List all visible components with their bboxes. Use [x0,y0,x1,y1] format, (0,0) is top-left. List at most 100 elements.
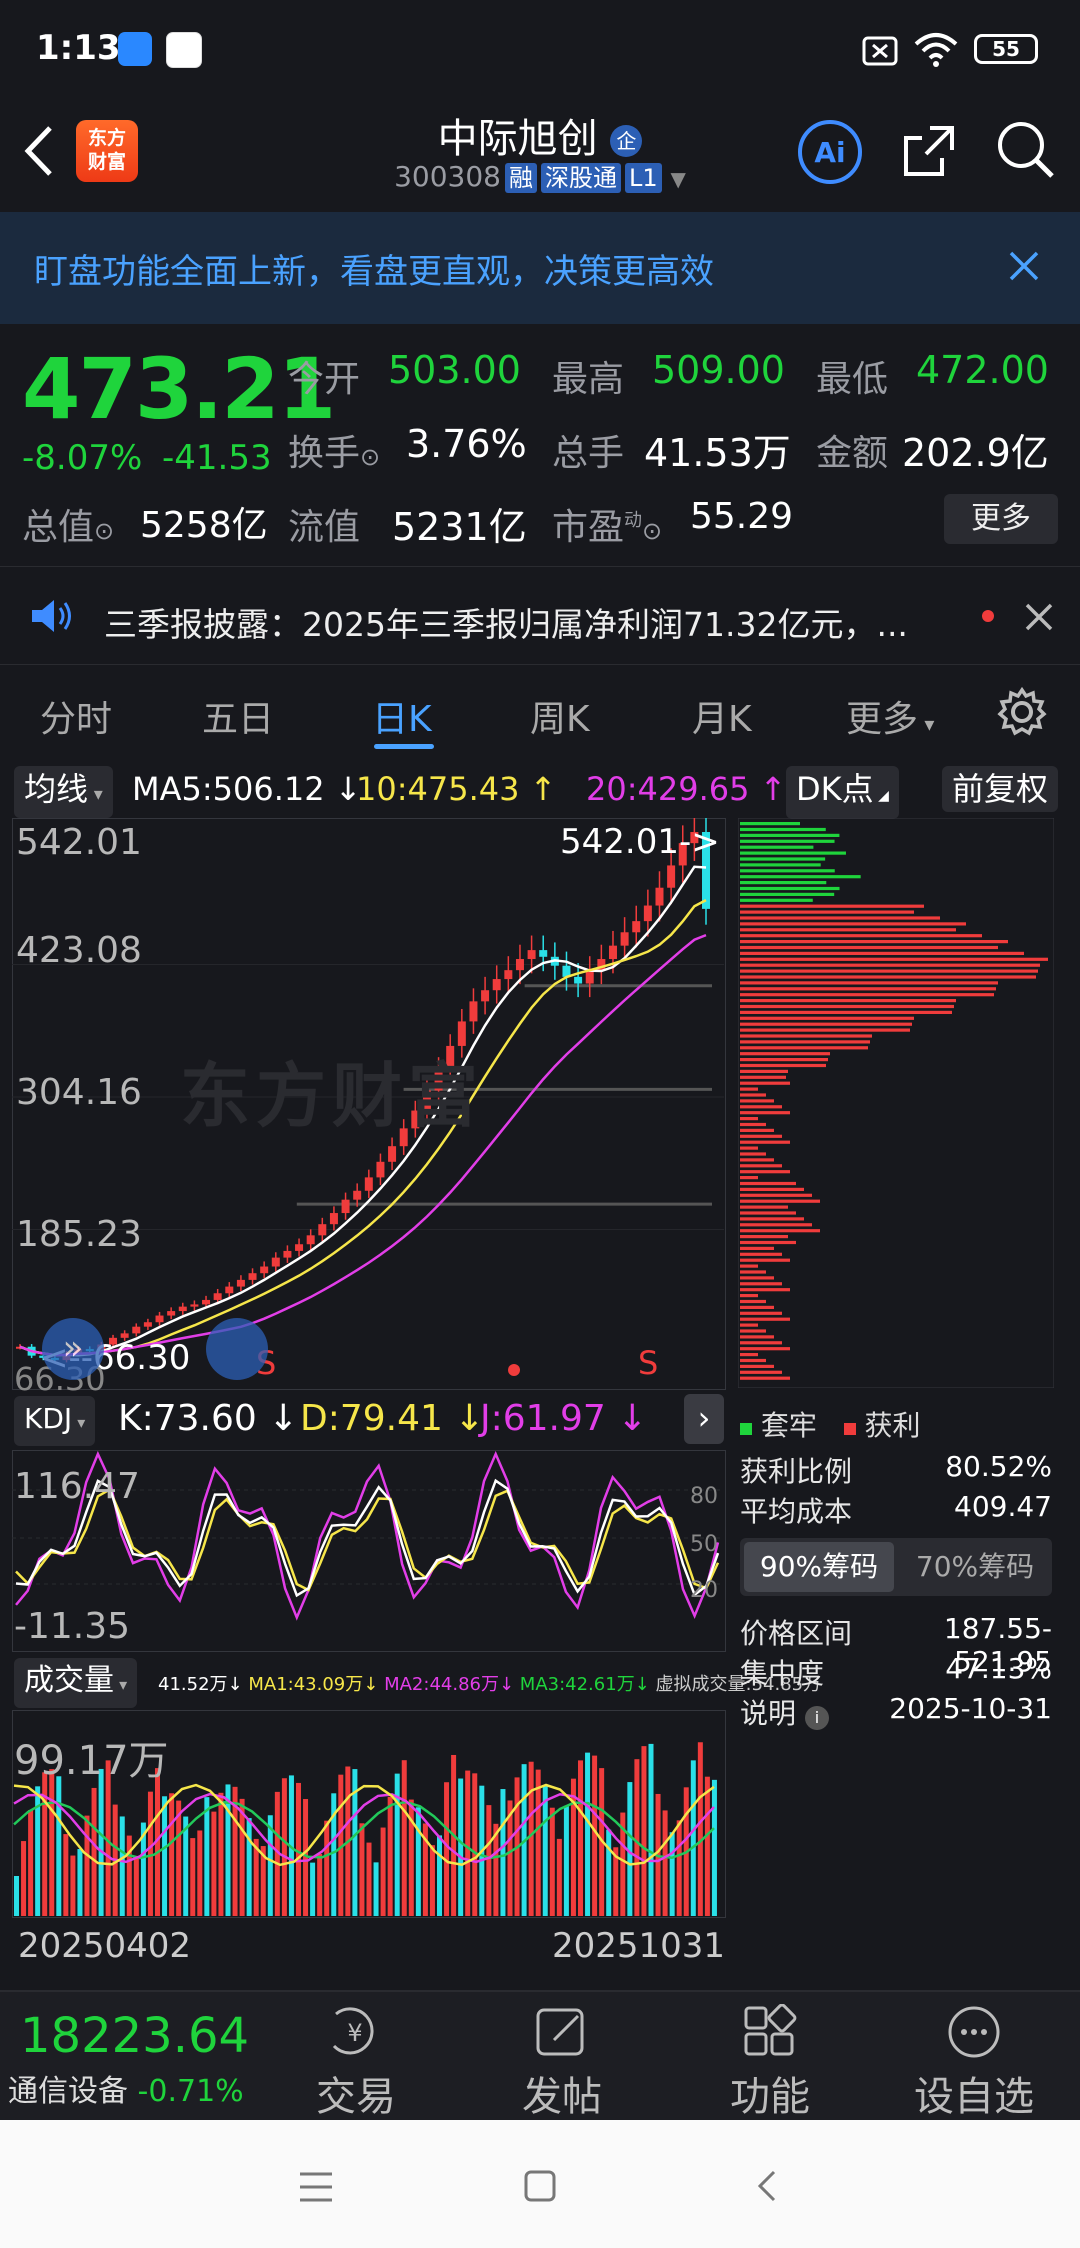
volume-bar [70,1855,76,1916]
chip-bar [740,1364,774,1368]
sim-off-icon [862,36,898,66]
trade-icon[interactable]: ¥ [324,2004,386,2060]
high-label: 最高 [552,359,625,400]
candle-body [167,1311,176,1316]
nav-add-watchlist[interactable]: 设自选 [904,2064,1044,2122]
chip-bar [740,1288,790,1292]
event-dot [508,1364,520,1376]
nav-post[interactable]: 发帖 [492,2064,632,2122]
volume-selector[interactable]: 成交量 ▾ [14,1658,138,1708]
volume-bar [190,1838,196,1916]
svg-text:¥: ¥ [347,2019,362,2047]
chip-bar [740,1323,758,1327]
more-dots-icon[interactable] [946,2004,1002,2060]
concentration-label: 集中度 [740,1657,825,1690]
tab-daily-k[interactable]: 日K [372,690,432,742]
post-icon[interactable] [534,2004,590,2060]
chip-bar [740,869,835,873]
status-bar: 1:13 55 [0,0,1080,100]
low-value: 472.00 [916,348,1049,392]
nav-trade[interactable]: 交易 [286,2064,426,2122]
share-icon[interactable] [900,120,960,182]
high-value: 509.00 [652,348,785,392]
kdj-selector[interactable]: KDJ ▾ [14,1396,96,1446]
index-value[interactable]: 18223.64 [20,2008,249,2064]
search-icon[interactable] [994,118,1058,182]
svg-text:Ai: Ai [814,136,845,169]
wifi-icon [914,33,958,67]
volume-value: 41.53万 [644,431,791,475]
note-date: 2025-10-31 [889,1692,1052,1725]
tab-70-percent[interactable]: 70%筹码 [900,1542,1050,1592]
watermark-logo: 东方财富 [180,1055,484,1137]
nav-function[interactable]: 功能 [700,2064,840,2122]
feature-banner[interactable]: 盯盘功能全面上新，看盘更直观，决策更高效 [0,212,1080,324]
low-label: 最低 [816,359,889,400]
candle-body [225,1286,234,1294]
tab-intraday[interactable]: 分时 [40,690,112,742]
chip-bar [740,1099,774,1103]
candle-body [574,976,583,984]
volume-bar [211,1811,217,1916]
function-icon[interactable] [742,2004,798,2060]
dk-point-button[interactable]: DK点 ◢ [786,766,899,819]
expand-icon[interactable]: » [42,1318,104,1380]
volume-bar [42,1772,48,1916]
volume-bar [592,1755,598,1916]
chip-bar [740,1246,774,1250]
volume-bar [676,1820,682,1916]
chip-bar [740,1187,804,1191]
close-news-icon[interactable] [1024,602,1054,632]
tab-five-day[interactable]: 五日 [202,690,274,742]
tab-more[interactable]: 更多 ▾ [846,690,934,742]
ai-icon[interactable]: Ai [796,118,864,186]
chip-bar [740,1270,766,1274]
news-ticker[interactable]: 三季报披露：2025年三季报归属净利润71.32亿元，... [104,598,908,646]
chip-bar [740,1258,790,1262]
volume-bar [324,1820,330,1916]
volume-bar [373,1862,379,1916]
volume-bar [126,1835,132,1916]
app-icon [118,32,152,66]
volume-bar [49,1769,55,1916]
close-icon[interactable] [1008,250,1040,282]
menu-icon[interactable] [296,2170,336,2204]
candle-body [143,1322,152,1327]
chip-bar [740,1058,828,1062]
kdj-20-label: 20 [690,1578,718,1603]
volume-bar [225,1784,231,1916]
more-button[interactable]: 更多 [944,494,1058,544]
chip-bar [740,1358,766,1363]
adjust-button[interactable]: 前复权 [942,766,1059,812]
tab-90-percent[interactable]: 90%筹码 [744,1542,894,1592]
candle-body [283,1250,292,1258]
ma-selector[interactable]: 均线 ▾ [14,766,113,818]
drawing-tool-icon[interactable] [206,1318,268,1380]
chevron-right-icon[interactable]: › [684,1394,724,1444]
chip-bar [740,1081,790,1085]
volume-bar [218,1792,224,1916]
volume-top-label: 99.17万 [14,1738,169,1784]
chip-bar [740,1010,952,1014]
chip-bar [740,1211,796,1215]
index-name[interactable]: 通信设备 -0.71% [8,2066,244,2110]
tab-weekly-k[interactable]: 周K [530,690,590,742]
volume-bar [359,1823,365,1916]
home-icon[interactable] [522,2168,558,2204]
amount-label: 金额 [816,433,889,474]
candle-body [539,950,548,957]
back-nav-icon[interactable] [754,2168,778,2204]
candle-body [364,1177,373,1191]
chip-bar [740,839,835,843]
tab-monthly-k[interactable]: 月K [692,690,752,742]
volume-bar [704,1776,710,1916]
profit-ratio-value: 80.52% [945,1450,1052,1483]
kdj-d: D:79.41 ↓ [300,1398,485,1439]
chip-bar [740,1152,766,1156]
chip-bar [740,898,813,902]
gear-icon[interactable] [996,686,1048,738]
ma5-value: MA5:506.12 ↓ [132,770,362,808]
chip-bar [740,993,994,997]
active-tab-indicator [374,744,434,749]
high-marker: 542.01-> [560,822,720,862]
